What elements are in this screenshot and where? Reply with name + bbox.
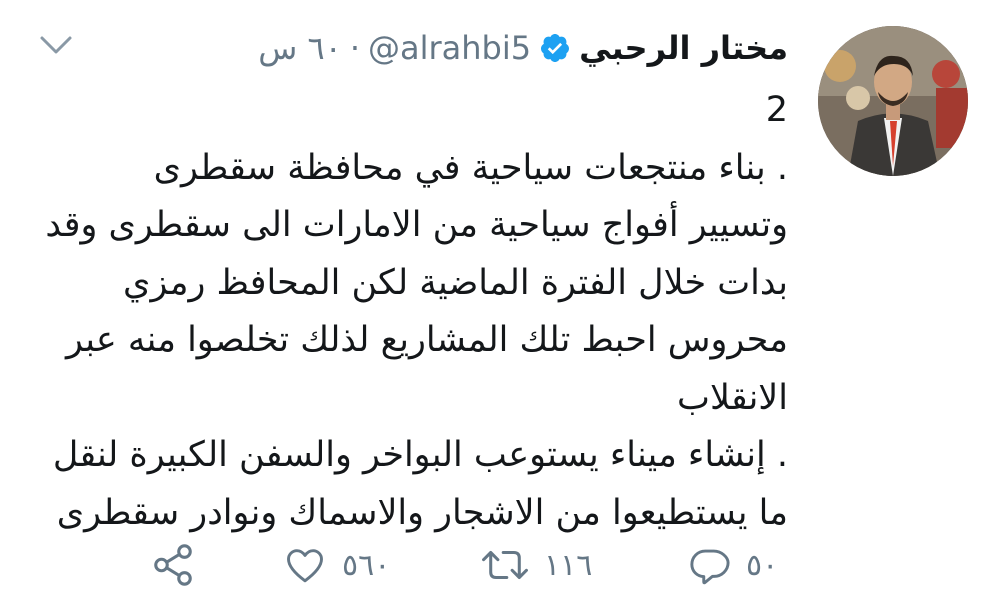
tweet-actions: ٥٠ ١١٦ ٥٦٠ bbox=[0, 540, 1000, 590]
like-button[interactable]: ٥٦٠ bbox=[282, 540, 390, 590]
reply-count: ٥٠ bbox=[746, 547, 779, 583]
tweet-timestamp[interactable]: ٦٠ س bbox=[258, 29, 342, 67]
avatar-photo bbox=[818, 26, 968, 176]
tweet-text-line: وتسيير أفواج سياحية من الامارات الى سقطر… bbox=[45, 205, 788, 245]
like-count: ٥٦٠ bbox=[342, 547, 391, 583]
tweet-card: مختار الرحبي @alrahbi5 · ٦٠ س 2 . بناء م… bbox=[0, 0, 1000, 612]
reply-icon bbox=[690, 549, 730, 585]
retweet-button[interactable]: ١١٦ bbox=[480, 540, 592, 590]
verified-badge-icon bbox=[539, 32, 571, 64]
tweet-text-line: محروس احبط تلك المشاريع لذلك تخلصوا منه … bbox=[65, 320, 788, 360]
reply-button[interactable]: ٥٠ bbox=[688, 540, 778, 590]
tweet-text-line: الانقلاب bbox=[677, 377, 788, 418]
tweet-text-line: بدات خلال الفترة الماضية لكن المحافظ رمز… bbox=[123, 262, 788, 303]
tweet-text-line: ما يستطيعوا من الاشجار والاسماك ونوادر س… bbox=[56, 492, 788, 533]
tweet-text-line: . إنشاء ميناء يستوعب البواخر والسفن الكب… bbox=[52, 435, 788, 475]
avatar[interactable] bbox=[818, 26, 968, 176]
tweet-text: 2 . بناء منتجعات سياحية في محافظة سقطرى … bbox=[28, 82, 788, 542]
separator-dot: · bbox=[349, 29, 360, 67]
heart-icon bbox=[287, 549, 323, 583]
author-handle[interactable]: @alrahbi5 bbox=[368, 29, 531, 67]
author-name[interactable]: مختار الرحبي bbox=[579, 29, 788, 67]
share-button[interactable] bbox=[150, 540, 196, 590]
retweet-count: ١١٦ bbox=[544, 547, 593, 583]
tweet-text-line: 2 bbox=[765, 90, 788, 130]
share-icon bbox=[154, 544, 192, 586]
chevron-down-icon[interactable] bbox=[36, 30, 76, 60]
tweet-header: مختار الرحبي @alrahbi5 · ٦٠ س bbox=[258, 22, 788, 74]
retweet-icon bbox=[482, 550, 528, 580]
tweet-text-line: . بناء منتجعات سياحية في محافظة سقطرى bbox=[153, 147, 788, 188]
